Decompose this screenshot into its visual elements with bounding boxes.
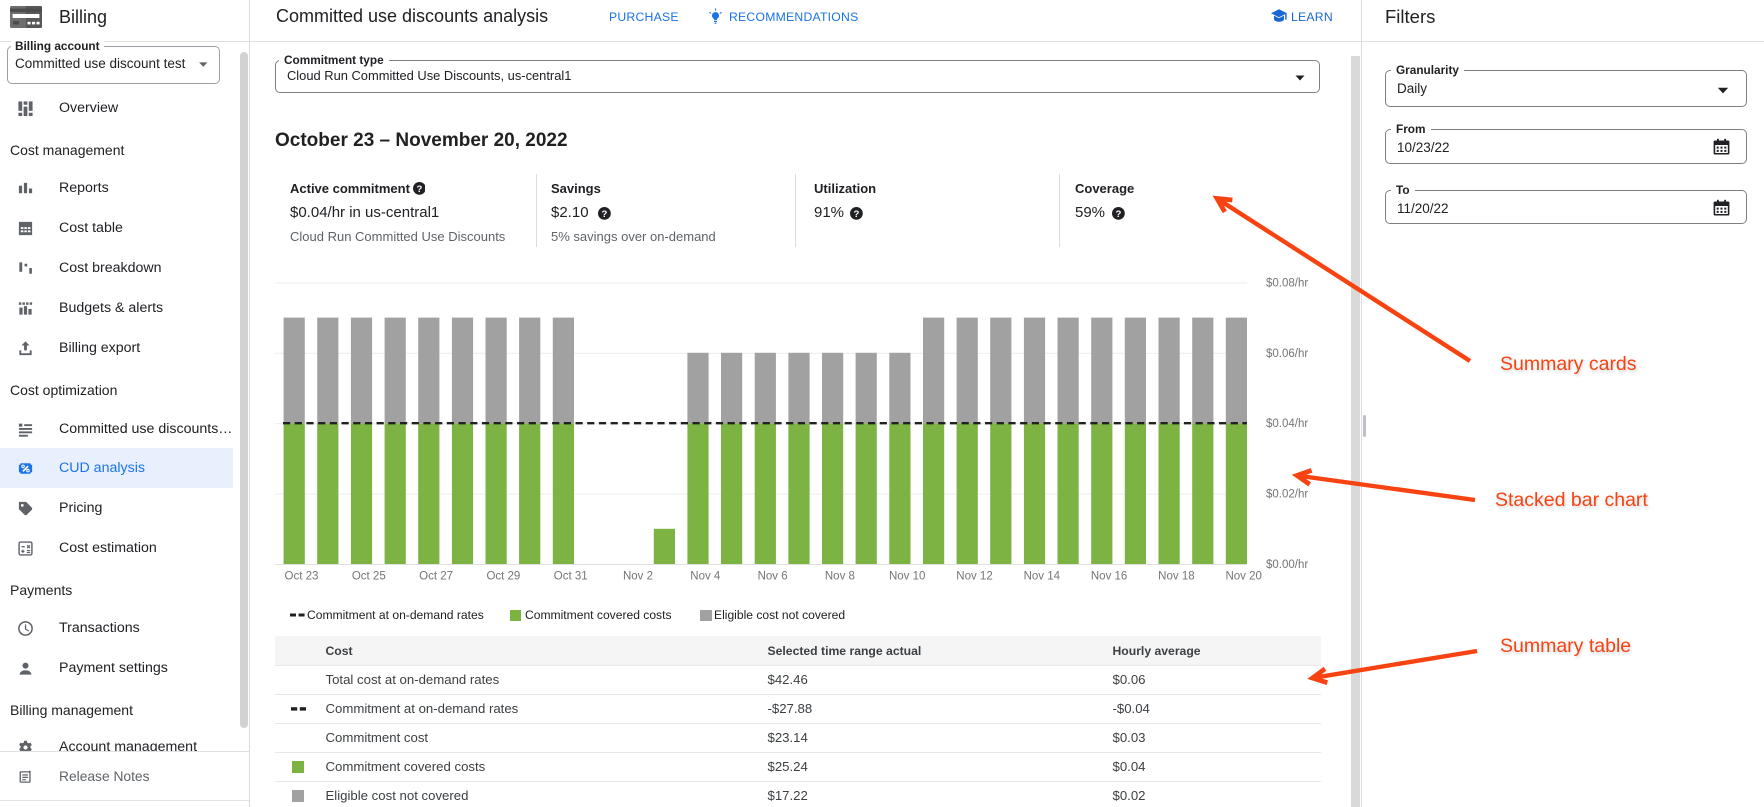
svg-text:Nov 2: Nov 2 — [623, 571, 653, 583]
svg-text:$0.06/hr: $0.06/hr — [1266, 348, 1308, 360]
svg-text:Nov 12: Nov 12 — [956, 571, 992, 583]
svg-text:Oct 23: Oct 23 — [285, 571, 319, 583]
svg-text:Nov 10: Nov 10 — [889, 571, 925, 583]
svg-text:Nov 14: Nov 14 — [1024, 571, 1061, 583]
svg-text:$0.08/hr: $0.08/hr — [1266, 277, 1308, 289]
svg-text:Nov 6: Nov 6 — [758, 571, 788, 583]
svg-text:Oct 29: Oct 29 — [486, 571, 520, 583]
svg-text:Oct 27: Oct 27 — [419, 571, 453, 583]
svg-text:Nov 18: Nov 18 — [1158, 571, 1194, 583]
svg-text:Nov 20: Nov 20 — [1225, 571, 1261, 583]
svg-text:$0.00/hr: $0.00/hr — [1266, 559, 1308, 571]
svg-text:$0.02/hr: $0.02/hr — [1266, 489, 1308, 501]
svg-text:Nov 16: Nov 16 — [1091, 571, 1127, 583]
svg-text:Oct 25: Oct 25 — [352, 571, 386, 583]
svg-text:$0.04/hr: $0.04/hr — [1266, 418, 1308, 430]
svg-text:Oct 31: Oct 31 — [554, 571, 588, 583]
svg-text:Nov 8: Nov 8 — [825, 571, 855, 583]
svg-text:Nov 4: Nov 4 — [690, 571, 721, 583]
